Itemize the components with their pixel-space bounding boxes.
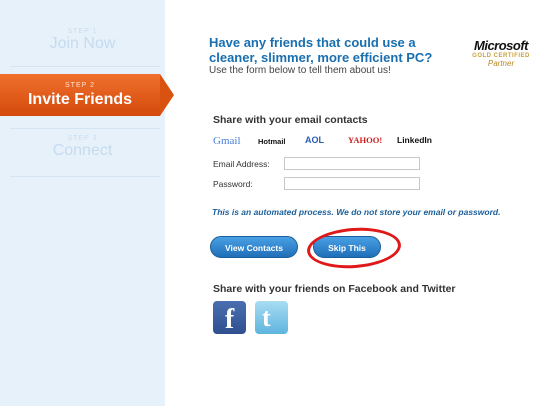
facebook-icon[interactable]: f [213, 301, 246, 334]
twitter-icon[interactable]: t [255, 301, 288, 334]
password-field[interactable] [284, 177, 420, 190]
yahoo-logo[interactable]: YAHOO! [348, 135, 382, 145]
email-label: Email Address: [213, 159, 270, 169]
step-number: STEP 3 [67, 135, 98, 142]
aol-logo[interactable]: AOL [305, 135, 324, 145]
password-label: Password: [213, 179, 253, 189]
email-providers: Gmail Hotmail AOL YAHOO! LinkedIn [213, 135, 453, 149]
step-name: Invite Friends [27, 91, 133, 108]
step-join-now[interactable]: STEP 1 Join Now [0, 28, 165, 53]
step-name: Connect [52, 142, 113, 159]
gmail-logo[interactable]: Gmail [213, 135, 241, 147]
step-name: Join Now [49, 35, 116, 52]
logo-brand: Microsoft [474, 38, 529, 53]
email-field[interactable] [284, 157, 420, 170]
email-section-title: Share with your email contacts [213, 114, 368, 126]
step-number: STEP 2 [65, 82, 95, 89]
divider [10, 128, 160, 129]
step-number: STEP 1 [67, 28, 98, 35]
view-contacts-button[interactable]: View Contacts [210, 236, 298, 258]
twitter-glyph: t [262, 303, 271, 332]
divider [10, 66, 160, 67]
hotmail-logo[interactable]: Hotmail [258, 137, 286, 146]
logo-label: Partner [487, 59, 515, 68]
page-headline: Have any friends that could use a cleane… [209, 35, 433, 65]
page-subline: Use the form below to tell them about us… [209, 65, 391, 76]
step-connect[interactable]: STEP 3 Connect [0, 135, 165, 160]
microsoft-partner-logo: Microsoft GOLD CERTIFIED Partner [465, 38, 537, 68]
step-invite-friends[interactable]: STEP 2 Invite Friends [0, 74, 174, 116]
social-section-title: Share with your friends on Facebook and … [213, 283, 456, 295]
privacy-note: This is an automated process. We do not … [212, 207, 501, 217]
linkedin-logo[interactable]: LinkedIn [397, 135, 432, 145]
steps-sidebar: STEP 1 Join Now STEP 2 Invite Friends ST… [0, 0, 174, 406]
red-highlight-circle [305, 224, 403, 272]
divider [10, 176, 160, 177]
